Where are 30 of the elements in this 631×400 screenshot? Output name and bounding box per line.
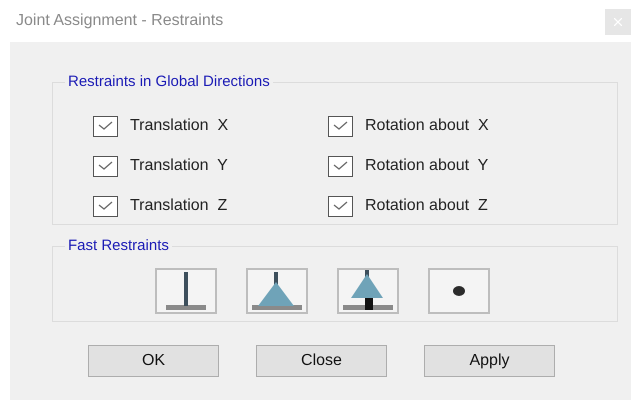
checkbox-label: Translation Z <box>130 196 228 216</box>
check-icon <box>333 161 348 171</box>
restraint-button[interactable] <box>337 268 399 314</box>
checkbox[interactable] <box>93 196 118 216</box>
checkbox[interactable] <box>93 116 118 136</box>
checkbox[interactable] <box>328 156 353 176</box>
fixed-support-icon <box>164 272 208 310</box>
checkbox-label: Rotation about Y <box>365 156 488 176</box>
dialog-button[interactable]: Apply <box>424 345 555 377</box>
checkbox-label: Translation Y <box>130 156 228 176</box>
check-icon <box>98 161 113 171</box>
checkbox-label: Rotation about X <box>365 116 489 136</box>
close-icon <box>614 18 622 26</box>
check-icon <box>98 121 113 131</box>
restraint-button[interactable] <box>155 268 217 314</box>
check-icon <box>333 201 348 211</box>
checkbox[interactable] <box>328 196 353 216</box>
checkbox-label: Rotation about Z <box>365 196 488 216</box>
checkbox[interactable] <box>93 156 118 176</box>
joint-dot-icon <box>452 285 466 297</box>
window-title: Joint Assignment - Restraints <box>16 11 224 31</box>
dialog-button[interactable]: Close <box>256 345 387 377</box>
cone-roller-icon <box>343 270 393 310</box>
checkbox[interactable] <box>328 116 353 136</box>
restraint-button[interactable] <box>428 268 490 314</box>
checkbox-label: Translation X <box>130 116 228 136</box>
check-icon <box>333 121 348 131</box>
dialog-button[interactable]: OK <box>88 345 219 377</box>
cone-support-icon <box>252 272 302 310</box>
check-icon <box>98 201 113 211</box>
